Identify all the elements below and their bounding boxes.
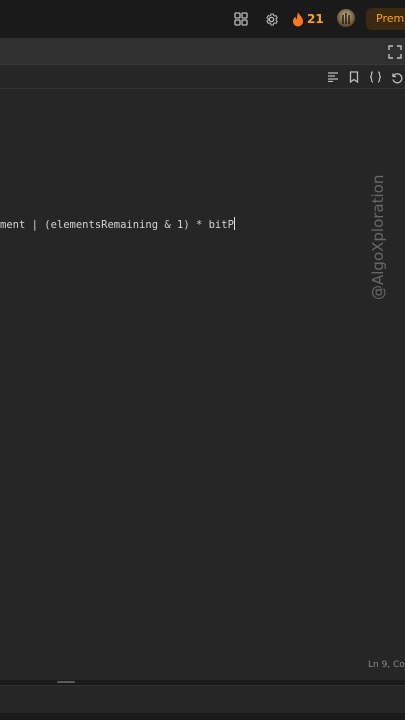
bottom-strip	[0, 713, 405, 720]
code-line[interactable]: ment | (elementsRemaining & 1) * bitP	[0, 217, 235, 233]
streak-counter[interactable]: 21	[292, 9, 324, 29]
undo-icon[interactable]	[388, 69, 404, 85]
resize-handle[interactable]	[57, 681, 75, 683]
leetcode-workspace: 21 Premium	[0, 0, 405, 720]
expand-icon[interactable]	[388, 44, 402, 59]
editor-toolbar	[0, 65, 405, 89]
console-panel	[0, 685, 405, 713]
top-navigation-bar: 21 Premium	[0, 0, 405, 38]
gear-icon[interactable]	[261, 9, 281, 29]
code-editor[interactable]: ment | (elementsRemaining & 1) * bitP	[0, 89, 405, 664]
braces-icon[interactable]	[367, 69, 383, 85]
cursor-position-status: Ln 9, Col	[368, 660, 405, 670]
streak-count: 21	[307, 12, 324, 26]
premium-button[interactable]: Premium	[366, 8, 405, 30]
code-line-text: ment | (elementsRemaining & 1) * bitP	[0, 219, 234, 231]
grid-icon[interactable]	[231, 9, 251, 29]
code-editor-panel: ment | (elementsRemaining & 1) * bitP	[0, 38, 405, 680]
watermark: @AlgoXploration	[369, 174, 387, 300]
editor-tab-bar	[0, 39, 405, 65]
fire-icon	[292, 11, 304, 27]
bookmark-icon[interactable]	[346, 69, 362, 85]
avatar[interactable]	[337, 9, 355, 27]
text-caret	[233, 217, 235, 230]
format-lines-icon[interactable]	[325, 69, 341, 85]
